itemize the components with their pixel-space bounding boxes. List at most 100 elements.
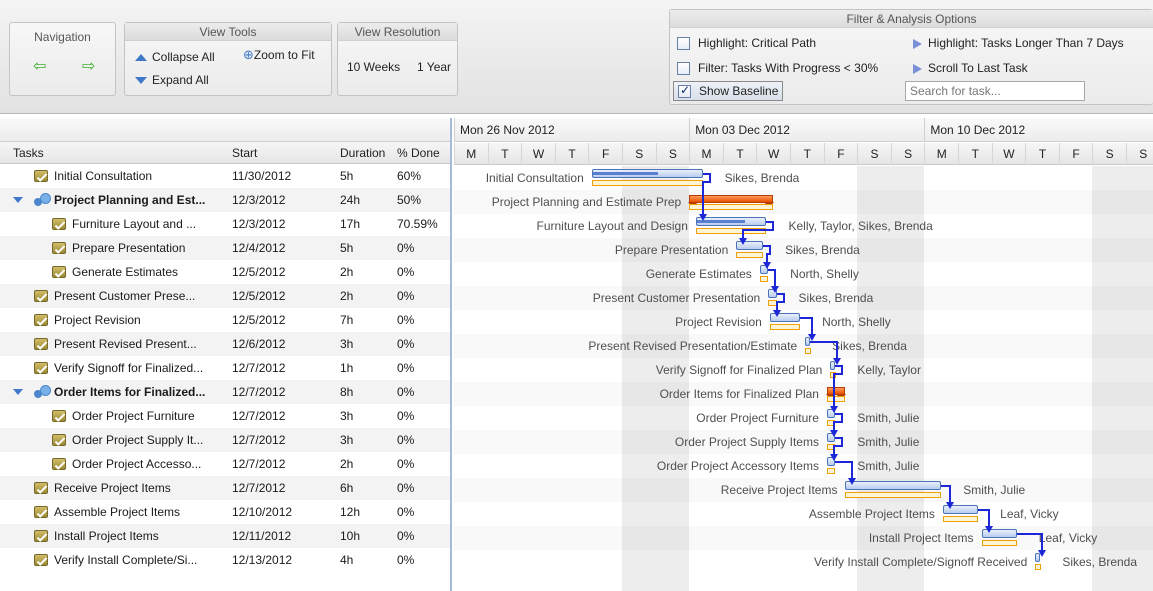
task-icon bbox=[34, 290, 48, 302]
ten-weeks-button[interactable]: 10 Weeks bbox=[347, 60, 400, 74]
collapse-toggle-icon[interactable] bbox=[13, 389, 23, 395]
task-done-cell: 0% bbox=[397, 361, 415, 375]
column-header-duration[interactable]: Duration bbox=[340, 142, 385, 164]
expand-all-label: Expand All bbox=[152, 73, 209, 87]
task-duration-cell: 12h bbox=[340, 505, 361, 519]
toolbar: Navigation ⇦ ⇨ View Tools Collapse All ⊕… bbox=[0, 0, 1153, 114]
dependency-line bbox=[765, 253, 768, 262]
table-row[interactable]: Order Project Accesso... 12/7/2012 2h 0% bbox=[0, 452, 450, 476]
zoom-icon: ⊕ bbox=[243, 48, 254, 63]
gantt-chart-area[interactable]: Initial Consultation Sikes, Brenda Project… bbox=[454, 166, 1153, 591]
task-icon bbox=[34, 314, 48, 326]
table-row[interactable]: Furniture Layout and ... 12/3/2012 17h 70.5… bbox=[0, 212, 450, 236]
zoom-to-fit-button[interactable]: ⊕Zoom to Fit bbox=[243, 48, 315, 63]
table-row[interactable]: Generate Estimates 12/5/2012 2h 0% bbox=[0, 260, 450, 284]
gantt-task-bar[interactable] bbox=[845, 481, 942, 490]
table-row[interactable]: Verify Signoff for Finalized... 12/7/2012… bbox=[0, 356, 450, 380]
task-icon bbox=[34, 506, 48, 518]
timeline-day-label: T bbox=[958, 143, 992, 165]
table-row[interactable]: Order Project Furniture 12/7/2012 3h 0% bbox=[0, 404, 450, 428]
collapse-all-label: Collapse All bbox=[152, 50, 215, 64]
task-name-cell: Order Project Supply It... bbox=[72, 433, 204, 447]
gantt-resource-label: Smith, Julie bbox=[857, 459, 920, 473]
task-name-cell: Verify Install Complete/Si... bbox=[54, 553, 198, 567]
task-icon bbox=[34, 338, 48, 350]
collapse-toggle-icon[interactable] bbox=[13, 197, 23, 203]
dependency-line bbox=[810, 341, 839, 343]
gantt-task-label: Prepare Presentation bbox=[614, 243, 729, 257]
table-row[interactable]: Initial Consultation 11/30/2012 5h 60% bbox=[0, 164, 450, 188]
gantt-task-label: Receive Project Items bbox=[720, 483, 838, 497]
table-row[interactable]: Project Revision 12/5/2012 7h 0% bbox=[0, 308, 450, 332]
timeline-day-label: F bbox=[1058, 143, 1093, 165]
dependency-line bbox=[832, 445, 835, 454]
highlight-long-tasks-button[interactable]: Highlight: Tasks Longer Than 7 Days bbox=[913, 36, 1124, 50]
task-icon bbox=[52, 434, 66, 446]
gantt-resource-label: Smith, Julie bbox=[963, 483, 1026, 497]
collapse-all-button[interactable]: Collapse All bbox=[135, 50, 215, 64]
gantt-task-label: Project Revision bbox=[675, 315, 762, 329]
arrow-right-icon[interactable]: ⇨ bbox=[82, 56, 95, 75]
task-done-cell: 0% bbox=[397, 241, 415, 255]
table-row[interactable]: Order Project Supply It... 12/7/2012 3h 0% bbox=[0, 428, 450, 452]
dependency-line bbox=[811, 318, 814, 334]
play-icon bbox=[913, 38, 922, 49]
collapse-icon bbox=[135, 54, 147, 62]
task-icon bbox=[34, 362, 48, 374]
timeline-day-label: S bbox=[622, 143, 656, 165]
task-start-cell: 12/7/2012 bbox=[232, 457, 286, 471]
task-start-cell: 12/13/2012 bbox=[232, 553, 293, 567]
column-header-tasks[interactable]: Tasks bbox=[13, 142, 44, 164]
gantt-task-bar[interactable] bbox=[591, 169, 703, 178]
one-year-button[interactable]: 1 Year bbox=[417, 60, 451, 74]
column-header-done[interactable]: % Done bbox=[397, 142, 440, 164]
table-row[interactable]: Project Planning and Est... 12/3/2012 24h 5… bbox=[0, 188, 450, 212]
show-baseline-checkbox[interactable]: Show Baseline bbox=[673, 81, 784, 102]
task-start-cell: 12/5/2012 bbox=[232, 289, 286, 303]
table-row[interactable]: Verify Install Complete/Si... 12/13/2012 4… bbox=[0, 548, 450, 572]
gantt-resource-label: Sikes, Brenda bbox=[1062, 555, 1138, 569]
timeline-day-label: F bbox=[588, 143, 622, 165]
timeline-day-label: W bbox=[756, 143, 790, 165]
timeline-week-label: Mon 10 Dec 2012 bbox=[924, 118, 1153, 142]
table-row[interactable]: Install Project Items 12/11/2012 10h 0% bbox=[0, 524, 450, 548]
table-row[interactable]: Receive Project Items 12/7/2012 6h 0% bbox=[0, 476, 450, 500]
task-duration-cell: 5h bbox=[340, 241, 354, 255]
gantt-resource-label: Sikes, Brenda bbox=[798, 291, 874, 305]
task-icon bbox=[34, 482, 48, 494]
gantt-baseline-bar bbox=[845, 492, 942, 498]
task-icon bbox=[52, 458, 66, 470]
task-start-cell: 12/7/2012 bbox=[232, 361, 286, 375]
view-tools-group: View Tools Collapse All ⊕Zoom to Fit Exp… bbox=[124, 22, 332, 96]
highlight-critical-path-checkbox[interactable]: Highlight: Critical Path bbox=[677, 36, 816, 51]
gantt-baseline-bar bbox=[769, 324, 801, 330]
task-duration-cell: 24h bbox=[340, 193, 361, 207]
task-start-cell: 12/10/2012 bbox=[232, 505, 293, 519]
gantt-resource-label: Kelly, Taylor, Sikes, Brenda bbox=[788, 219, 933, 233]
gantt-summary-bar[interactable] bbox=[825, 387, 847, 400]
gantt-baseline-bar bbox=[736, 252, 764, 258]
dependency-line bbox=[774, 270, 777, 286]
dependency-arrow-icon bbox=[808, 334, 817, 341]
table-row[interactable]: Present Customer Prese... 12/5/2012 2h 0% bbox=[0, 284, 450, 308]
table-row[interactable]: Assemble Project Items 12/10/2012 12h 0% bbox=[0, 500, 450, 524]
scroll-to-last-task-button[interactable]: Scroll To Last Task bbox=[913, 61, 1028, 75]
column-header-start[interactable]: Start bbox=[232, 142, 257, 164]
search-task-input[interactable] bbox=[905, 81, 1085, 101]
task-start-cell: 12/4/2012 bbox=[232, 241, 286, 255]
scroll-last-label: Scroll To Last Task bbox=[928, 61, 1028, 75]
dependency-line bbox=[851, 462, 854, 478]
filter-progress-checkbox[interactable]: Filter: Tasks With Progress < 30% bbox=[677, 61, 878, 76]
dependency-line bbox=[832, 373, 835, 406]
dependency-arrow-icon bbox=[762, 262, 771, 269]
table-row[interactable]: Present Revised Present... 12/6/2012 3h 0% bbox=[0, 332, 450, 356]
arrow-left-icon[interactable]: ⇦ bbox=[33, 56, 46, 75]
gantt-task-label: Project Planning and Estimate Prep bbox=[491, 195, 682, 209]
expand-all-button[interactable]: Expand All bbox=[135, 73, 209, 87]
task-name-cell: Prepare Presentation bbox=[72, 241, 186, 255]
task-name-cell: Order Project Accesso... bbox=[72, 457, 202, 471]
table-row[interactable]: Order Items for Finalized... 12/7/2012 8h 0… bbox=[0, 380, 450, 404]
checkbox-checked-icon bbox=[678, 83, 691, 99]
table-row[interactable]: Prepare Presentation 12/4/2012 5h 0% bbox=[0, 236, 450, 260]
task-done-cell: 0% bbox=[397, 481, 415, 495]
